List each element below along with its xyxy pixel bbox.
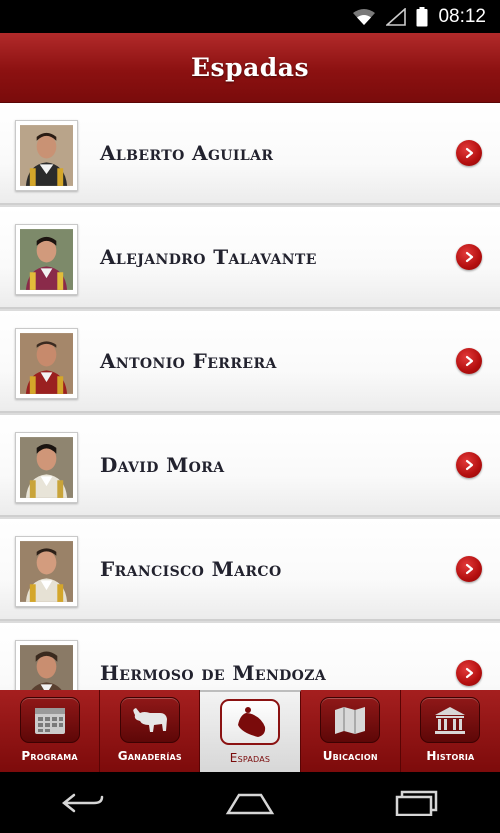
map-icon (320, 697, 381, 743)
back-icon[interactable] (53, 783, 113, 823)
chevron-right-icon[interactable] (456, 452, 482, 478)
chevron-right-icon[interactable] (456, 244, 482, 270)
portrait-image (15, 536, 78, 607)
home-icon[interactable] (220, 783, 280, 823)
espada-name: Alberto Aguilar (100, 141, 274, 165)
chevron-right-icon[interactable] (456, 660, 482, 686)
portrait-image (15, 640, 78, 690)
signal-icon (386, 7, 407, 26)
list-item[interactable]: Francisco Marco (0, 519, 500, 621)
battery-icon (416, 6, 428, 27)
tab-ganaderias[interactable]: Ganaderías (100, 690, 201, 772)
espada-name: David Mora (100, 453, 225, 477)
calendar-icon (19, 697, 80, 743)
espada-name: Francisco Marco (100, 557, 282, 581)
espada-name: Alejandro Talavante (100, 245, 317, 269)
tab-espadas[interactable]: Espadas (200, 690, 301, 772)
recents-icon[interactable] (387, 783, 447, 823)
list-item[interactable]: Alejandro Talavante (0, 207, 500, 309)
portrait-image (15, 224, 78, 295)
espadas-list[interactable]: Alberto Aguilar Alejandro Talavante Anto… (0, 103, 500, 690)
espada-name: Hermoso de Mendoza (100, 661, 327, 685)
tab-label: Ganaderías (117, 749, 182, 763)
chevron-right-icon[interactable] (456, 348, 482, 374)
portrait-image (15, 432, 78, 503)
tab-ubicacion[interactable]: Ubicacion (301, 690, 401, 772)
list-item[interactable]: David Mora (0, 415, 500, 517)
page-title: Espadas (190, 53, 310, 82)
list-item[interactable]: Hermoso de Mendoza (0, 623, 500, 690)
list-item[interactable]: Antonio Ferrera (0, 311, 500, 413)
portrait-image (15, 328, 78, 399)
system-nav-bar (0, 772, 500, 833)
tab-label: Espadas (229, 751, 271, 765)
espada-name: Antonio Ferrera (100, 349, 277, 373)
app-header: Espadas (0, 33, 500, 103)
tab-label: Programa (21, 749, 78, 763)
wifi-icon (352, 8, 376, 26)
tab-label: Ubicacion (322, 749, 378, 763)
list-item[interactable]: Alberto Aguilar (0, 103, 500, 205)
chevron-right-icon[interactable] (456, 556, 482, 582)
bull-icon (119, 697, 180, 743)
portrait-image (15, 120, 78, 191)
tab-label: Historia (426, 749, 475, 763)
clock: 08:12 (438, 5, 486, 27)
chevron-right-icon[interactable] (456, 140, 482, 166)
tab-programa[interactable]: Programa (0, 690, 101, 772)
tab-bar: Programa Ganaderías Espadas Ubicacion Hi… (0, 690, 500, 772)
tab-historia[interactable]: Historia (401, 690, 500, 772)
cape-icon (220, 699, 280, 745)
museum-icon (420, 697, 481, 743)
status-bar: 08:12 (0, 0, 500, 33)
